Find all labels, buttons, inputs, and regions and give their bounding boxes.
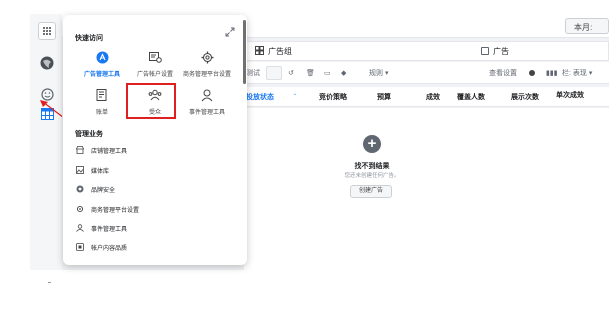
account-avatar-icon[interactable] <box>39 55 55 71</box>
manage-item-shop-label: 店铺管理工具 <box>91 148 128 155</box>
manage-item-account-quality[interactable]: 帐户内容品质 <box>76 241 127 253</box>
all-tools-grid-icon[interactable] <box>38 22 56 40</box>
quick-account-settings-label: 广告帐户设置 <box>136 72 173 78</box>
screen: 本月: 广告组 广告 测试 ↺ 🗑 ▭ ◆ 规则 ▾ 查看设置 ▮▮▮ 栏: 表… <box>0 0 609 315</box>
ads-manager-icon <box>95 50 109 64</box>
menu-scrollbar[interactable] <box>243 20 246 84</box>
quick-events-manager-label: 事件管理工具 <box>188 110 225 116</box>
quick-account-settings[interactable]: 广告帐户设置 <box>128 50 182 84</box>
brand-safety-icon <box>76 185 84 193</box>
preview-icon[interactable]: ▭ <box>324 66 331 80</box>
columns-dropdown[interactable]: 栏: 表现 ▾ <box>562 66 592 80</box>
quick-billing-label: 账单 <box>95 110 108 116</box>
business-settings-icon <box>200 50 214 64</box>
empty-state-subtitle: 您还未创建任何广告。 <box>344 173 400 179</box>
test-button[interactable]: 测试 <box>246 66 260 80</box>
table-body: + 找不到结果 您还未创建任何广告。 创建广告 <box>244 108 609 270</box>
rules-dropdown[interactable]: 规则 ▾ <box>369 66 388 80</box>
settings-gear-icon <box>76 205 84 213</box>
toolbar: 测试 ↺ 🗑 ▭ ◆ 规则 ▾ 查看设置 ▮▮▮ 栏: 表现 ▾ <box>244 62 609 84</box>
quick-business-settings[interactable]: 商务管理平台设置 <box>180 50 234 84</box>
quick-ads-manager[interactable]: 广告管理工具 <box>75 50 129 84</box>
left-nav-rail <box>30 14 62 283</box>
rail-divider <box>48 282 51 283</box>
col-reach[interactable]: 覆盖人数 <box>457 92 485 102</box>
create-ad-button[interactable]: 创建广告 <box>350 185 392 198</box>
columns-icon[interactable]: ▮▮▮ <box>546 66 558 80</box>
adset-grid-icon <box>255 45 264 57</box>
expand-icon[interactable] <box>225 27 235 37</box>
manage-item-events[interactable]: 事件管理工具 <box>76 222 127 234</box>
empty-state-title: 找不到结果 <box>354 163 390 170</box>
add-plus-icon[interactable]: + <box>363 135 381 153</box>
manage-item-shop[interactable]: 店铺管理工具 <box>76 144 127 156</box>
sort-indicator-icon: · <box>294 92 297 99</box>
quick-access-title: 快速访问 <box>75 35 103 42</box>
events-manager-icon <box>200 88 214 102</box>
manage-item-business-settings-label: 商务管理平台设置 <box>91 207 140 214</box>
view-setup-toggle-icon[interactable] <box>529 70 535 76</box>
col-results[interactable]: 成效 <box>426 92 440 102</box>
account-settings-icon <box>148 50 162 64</box>
quick-ads-manager-label: 广告管理工具 <box>83 72 120 78</box>
manage-business-title: 管理业务 <box>75 131 103 138</box>
undo-icon[interactable]: ↺ <box>288 66 294 80</box>
col-impressions[interactable]: 展示次数 <box>511 92 539 102</box>
manage-item-media-library-label: 媒体库 <box>91 168 110 175</box>
tag-icon[interactable]: ◆ <box>341 66 346 80</box>
col-budget[interactable]: 预算 <box>377 92 391 102</box>
shop-icon <box>76 146 84 154</box>
table-header: 投放状态 · 竞价策略 预算 成效 覆盖人数 展示次数 单次成效 <box>244 87 609 107</box>
blank-button[interactable] <box>266 66 282 80</box>
tab-ads[interactable]: 广告 <box>481 42 509 60</box>
account-quality-icon <box>76 243 84 251</box>
level-tabs: 广告组 广告 <box>244 41 609 61</box>
manage-item-media-library[interactable]: 媒体库 <box>76 164 109 176</box>
tab-adsets-label: 广告组 <box>268 46 292 56</box>
manage-item-brand-safety-label: 品牌安全 <box>91 187 116 194</box>
date-range-picker[interactable]: 本月: <box>565 18 609 34</box>
manage-item-events-label: 事件管理工具 <box>91 226 128 233</box>
manage-item-account-quality-label: 帐户内容品质 <box>91 245 128 252</box>
col-bid-strategy[interactable]: 竞价策略 <box>319 92 347 102</box>
quick-business-settings-label: 商务管理平台设置 <box>182 72 231 78</box>
billing-icon <box>95 88 109 102</box>
view-setup-label[interactable]: 查看设置 <box>489 66 517 80</box>
col-delivery[interactable]: 投放状态 <box>246 92 274 102</box>
manage-item-business-settings[interactable]: 商务管理平台设置 <box>76 203 139 215</box>
ad-square-icon <box>481 47 489 55</box>
manage-item-brand-safety[interactable]: 品牌安全 <box>76 183 115 195</box>
col-cost-per-result[interactable]: 单次成效 <box>556 90 584 100</box>
delete-icon[interactable]: 🗑 <box>306 66 315 80</box>
tab-ads-label: 广告 <box>493 46 509 56</box>
quick-billing[interactable]: 账单 <box>75 88 129 122</box>
media-library-icon <box>76 166 84 174</box>
audience-highlight-box <box>126 83 176 119</box>
quick-events-manager[interactable]: 事件管理工具 <box>180 88 234 122</box>
tab-adsets[interactable]: 广告组 <box>255 42 292 60</box>
events-icon <box>76 224 84 232</box>
